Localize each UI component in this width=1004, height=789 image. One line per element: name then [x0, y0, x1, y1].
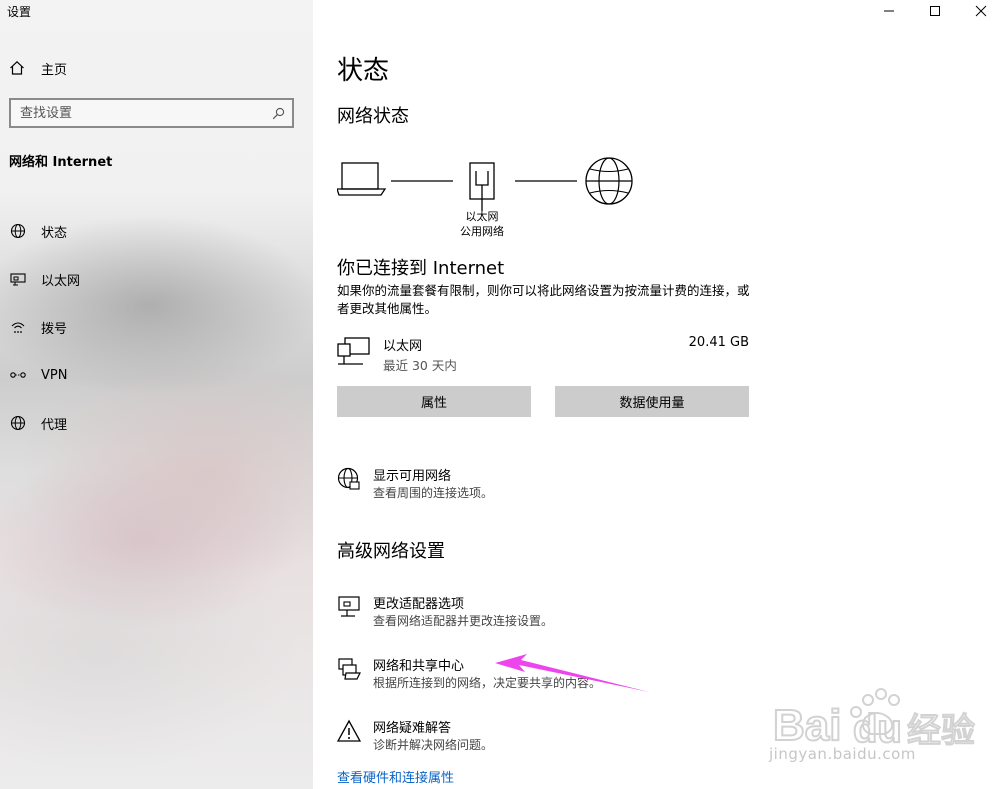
network-status-heading: 网络状态: [337, 106, 409, 127]
ethernet-icon: [337, 337, 370, 365]
svg-text:经验: 经验: [907, 712, 975, 750]
sidebar-item-dialup[interactable]: 拨号: [0, 303, 313, 351]
network-diagram-graphic: [336, 157, 633, 211]
main-panel: 状态 网络状态 以太网 公用网络 你已连接到 Internet 如果你的流量套餐…: [313, 0, 1004, 789]
troubleshooter-desc: 诊断并解决网络问题。: [373, 738, 494, 752]
hardware-properties-link[interactable]: 查看硬件和连接属性: [337, 767, 454, 786]
adapter-icon: [338, 596, 360, 617]
sharing-center-icon: [338, 658, 361, 680]
sidebar-item-label: 状态: [41, 225, 68, 241]
properties-button[interactable]: 属性: [337, 386, 531, 417]
connected-title: 你已连接到 Internet: [337, 258, 505, 279]
dialup-icon: [9, 318, 27, 336]
watermark-url: jingyan.baidu.com: [769, 745, 916, 763]
connected-description: 如果你的流量套餐有限制，则你可以将此网络设置为按流量计费的连接，或者更改其他属性…: [337, 283, 750, 316]
warning-icon: [337, 719, 361, 742]
svg-text:Bai: Bai: [773, 701, 841, 750]
sidebar-item-proxy[interactable]: 代理: [0, 399, 313, 447]
home-icon: [10, 60, 24, 75]
baidu-watermark-logo: Bai du 经验: [773, 688, 976, 752]
troubleshooter-title: 网络疑难解答: [373, 721, 452, 736]
close-button[interactable]: [958, 0, 1004, 22]
sidebar-item-ethernet[interactable]: 以太网: [0, 255, 313, 303]
window-controls: [866, 0, 1004, 22]
show-networks-desc: 查看周围的连接选项。: [373, 486, 494, 500]
sidebar: 设置 主页 网络和 Internet 状态 以太网: [0, 0, 313, 789]
ethernet-name: 以太网: [383, 339, 423, 354]
show-available-networks[interactable]: 显示可用网络 查看周围的连接选项。: [337, 465, 757, 505]
home-label: 主页: [41, 62, 68, 78]
home-nav-item[interactable]: 主页: [9, 57, 67, 79]
ethernet-usage: 20.41 GB: [688, 335, 749, 350]
vpn-icon: [9, 366, 27, 384]
ethernet-period: 最近 30 天内: [383, 358, 457, 373]
ethernet-usage-row: 以太网 最近 30 天内 20.41 GB: [337, 334, 749, 374]
adapter-options-desc: 查看网络适配器并更改连接设置。: [373, 614, 554, 628]
maximize-button[interactable]: [912, 0, 958, 22]
search-input[interactable]: [11, 100, 272, 126]
advanced-settings-heading: 高级网络设置: [337, 541, 445, 562]
ethernet-port-icon: [469, 162, 495, 211]
sidebar-item-label: 拨号: [41, 321, 68, 337]
internet-globe-icon: [585, 157, 633, 205]
sharing-center-title: 网络和共享中心: [373, 659, 465, 674]
diagram-network-type: 公用网络: [460, 225, 504, 238]
maximize-icon: [930, 6, 940, 16]
app-title: 设置: [7, 5, 32, 19]
network-diagram: 以太网 公用网络: [336, 155, 657, 245]
show-networks-title: 显示可用网络: [373, 469, 452, 484]
search-box[interactable]: [9, 98, 294, 128]
data-usage-button[interactable]: 数据使用量: [555, 386, 749, 417]
search-icon[interactable]: [272, 107, 285, 120]
globe-icon: [9, 414, 27, 432]
sidebar-section-title: 网络和 Internet: [9, 155, 113, 170]
sidebar-item-label: VPN: [41, 367, 68, 383]
laptop-icon: [336, 162, 387, 196]
globe-network-icon: [337, 467, 360, 490]
sidebar-item-vpn[interactable]: VPN: [0, 351, 313, 399]
network-troubleshooter[interactable]: 网络疑难解答 诊断并解决网络问题。: [337, 717, 757, 757]
diagram-device-label: 以太网: [465, 210, 499, 223]
ethernet-icon: [9, 270, 27, 288]
change-adapter-options[interactable]: 更改适配器选项 查看网络适配器并更改连接设置。: [337, 593, 757, 633]
minimize-button[interactable]: [866, 0, 912, 22]
close-icon: [975, 5, 987, 17]
adapter-options-title: 更改适配器选项: [373, 597, 465, 612]
page-title: 状态: [337, 56, 390, 86]
minimize-icon: [884, 10, 894, 12]
globe-icon: [9, 222, 27, 240]
sidebar-item-label: 代理: [41, 417, 68, 433]
sidebar-nav: 状态 以太网 拨号 VPN 代理: [0, 207, 313, 447]
sidebar-item-label: 以太网: [41, 273, 81, 289]
sidebar-item-status[interactable]: 状态: [0, 207, 313, 255]
annotation-arrow: [495, 654, 649, 692]
